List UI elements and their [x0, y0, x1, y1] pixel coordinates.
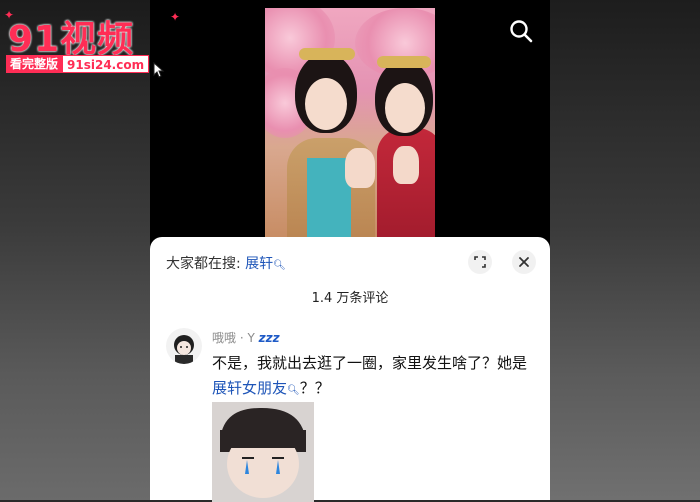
comment-username-text: 哦哦 · Y [212, 331, 255, 345]
watermark-banner: 看完整版 91si24.com [6, 55, 167, 78]
expand-button[interactable] [468, 250, 492, 274]
person-left-hand [345, 148, 375, 188]
person-right-face [385, 83, 425, 133]
sleep-zzz-icon: zzz [258, 331, 280, 345]
comment-text-line2: 展轩女朋友🔍︎？？ [212, 377, 330, 398]
comment-count: 1.4 万条评论 [311, 291, 389, 306]
person-left-headdress [299, 48, 355, 60]
blurred-background-right [550, 0, 700, 500]
comment-username[interactable]: 哦哦 · Y zzz [212, 329, 280, 346]
person-right-hand [393, 146, 419, 184]
comment-text-line1: 不是，我就出去逛了一圈，家里发生啥了？她是 [212, 354, 528, 372]
comment-text-rest: ？？ [299, 379, 330, 397]
sparkle-icon: ✦ [170, 10, 181, 24]
watermark-sub-right: 91si24.com [62, 55, 150, 73]
search-button[interactable] [508, 18, 534, 44]
person-right-headdress [377, 56, 431, 68]
watermark-sub-left: 看完整版 [6, 55, 63, 73]
cursor-icon [153, 61, 165, 78]
hot-search-label: 大家都在搜: [166, 256, 241, 272]
hot-search-bar[interactable]: 大家都在搜: 展轩🔍︎ [166, 253, 286, 273]
hot-search-keyword[interactable]: 展轩 [245, 256, 273, 272]
crying-boy-sticker [212, 402, 314, 502]
sparkle-icon: ✦ [4, 8, 15, 22]
avatar[interactable] [166, 328, 202, 364]
close-icon [519, 257, 529, 267]
search-icon [510, 20, 533, 43]
small-search-icon: 🔍︎ [287, 385, 300, 396]
comments-sheet: 大家都在搜: 展轩🔍︎ 1.4 万条评论 哦哦 · Y zzz 不是，我就出去逛… [150, 237, 550, 502]
small-search-icon: 🔍︎ [273, 260, 286, 271]
close-button[interactable] [512, 250, 536, 274]
video-frame[interactable] [265, 8, 435, 240]
person-left-face [305, 78, 347, 130]
avatar-image [174, 335, 194, 364]
expand-icon [474, 256, 486, 268]
blurred-background-left [0, 0, 150, 500]
comment-keyword-link[interactable]: 展轩女朋友 [212, 379, 287, 397]
person-right-robe [377, 128, 435, 240]
comment-sticker-image[interactable] [212, 402, 314, 502]
